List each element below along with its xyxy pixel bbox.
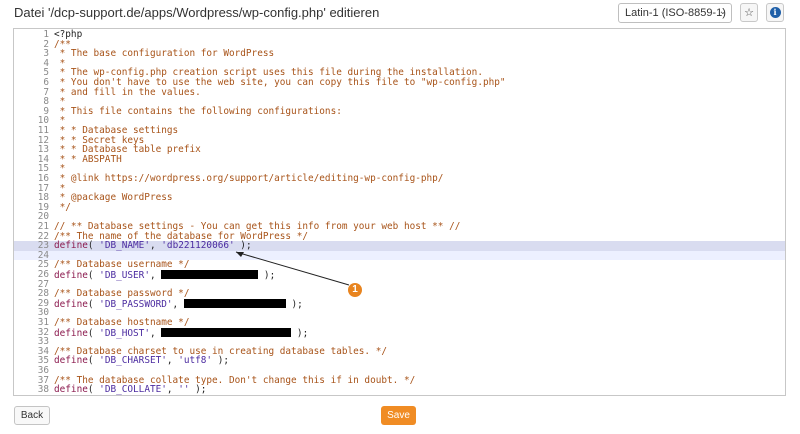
keyword: define — [54, 355, 88, 367]
code-line[interactable]: 35 define( 'DB_CHARSET', 'utf8' ); — [14, 356, 785, 366]
comment-text: * The base configuration for WordPress — [54, 48, 275, 60]
annotation-badge: 1 — [348, 283, 362, 297]
code-line[interactable]: 23 define( 'DB_NAME', 'db221120066' ); — [14, 241, 785, 251]
code-editor[interactable]: 1 <?php 2/** 3 * The base configuration for… — [13, 28, 786, 396]
code-line[interactable]: 3 * The base configuration for WordPress — [14, 49, 785, 59]
string-literal: 'DB_COLLATE' — [99, 384, 167, 396]
code-line[interactable]: 16 * @link https://wordpress.org/support… — [14, 174, 785, 184]
comment-text: /** Database password */ — [54, 288, 190, 300]
chevron-down-icon: ⌄ — [718, 6, 727, 17]
comment-text: /** Database username */ — [54, 259, 190, 271]
code-text: * The base configuration for WordPress — [54, 49, 274, 59]
code-line[interactable]: 29 define( 'DB_PASSWORD', ); — [14, 299, 785, 309]
string-literal: 'utf8' — [178, 355, 213, 367]
comment-text: */ — [54, 201, 71, 213]
code-text: /** Database hostname */ — [54, 318, 189, 328]
encoding-select-value: Latin-1 (ISO-8859-1) — [625, 7, 726, 19]
comment-text: * and fill in the values. — [54, 86, 201, 98]
save-button[interactable]: Save — [381, 406, 416, 425]
code-line[interactable]: 9 * This file contains the following con… — [14, 105, 785, 117]
code-line[interactable]: 32 define( 'DB_HOST', ); — [14, 327, 785, 337]
line-number: 38 — [37, 384, 49, 396]
code-line[interactable]: 19 */ — [14, 201, 785, 213]
string-literal: '' — [178, 384, 190, 396]
code-line[interactable]: 1 <?php — [14, 30, 785, 40]
code-text: /** Database password */ — [54, 289, 189, 299]
code-line[interactable]: 38 define( 'DB_COLLATE', '' ); — [14, 385, 785, 395]
code-text: define( 'DB_COLLATE', '' ); — [54, 384, 207, 396]
info-button[interactable]: i — [766, 3, 784, 22]
code-text: * @link https://wordpress.org/support/ar… — [54, 173, 444, 184]
code-line[interactable]: 18 * @package WordPress — [14, 193, 785, 203]
code-line[interactable]: 25/** Database username */ — [14, 260, 785, 270]
back-button[interactable]: Back — [14, 406, 50, 425]
code-text: * @package WordPress — [54, 193, 173, 203]
comment-text: * @package WordPress — [54, 192, 173, 204]
star-icon: ☆ — [744, 7, 754, 19]
code-line[interactable]: 26 define( 'DB_USER', ); — [14, 270, 785, 280]
code-text: */ — [54, 201, 71, 213]
code-text: define( 'DB_CHARSET', 'utf8' ); — [54, 355, 230, 367]
code-text: define( 'DB_NAME', 'db221120066' ); — [54, 240, 252, 252]
string-literal: 'DB_CHARSET' — [99, 355, 167, 367]
comment-text: /** Database hostname */ — [54, 317, 190, 328]
code-line[interactable]: 14 * * ABSPATH — [14, 154, 785, 165]
string-literal: 'DB_NAME' — [99, 240, 150, 252]
code-line[interactable]: 13 * * Database table prefix — [14, 145, 785, 155]
comment-text: * @link https://wordpress.org/support/ar… — [54, 173, 444, 184]
code-text: /** Database username */ — [54, 260, 189, 270]
bookmark-button[interactable]: ☆ — [740, 3, 758, 22]
page-title: Datei '/dcp-support.de/apps/Wordpress/wp… — [14, 5, 380, 20]
redacted-value — [161, 327, 292, 337]
encoding-select[interactable]: Latin-1 (ISO-8859-1) ⌄ — [618, 3, 732, 23]
redacted-value — [161, 270, 259, 279]
code-line[interactable]: 28/** Database password */ — [14, 289, 785, 299]
redacted-value — [183, 298, 286, 308]
string-literal: 'db221120066' — [161, 240, 235, 252]
code-text: * and fill in the values. — [54, 86, 201, 98]
comment-text: * This file contains the following confi… — [54, 105, 342, 117]
code-line[interactable]: 31/** Database hostname */ — [14, 318, 785, 328]
info-icon: i — [769, 7, 781, 18]
code-line[interactable]: 7 * and fill in the values. — [14, 86, 785, 98]
keyword: define — [54, 384, 88, 396]
code-text: * This file contains the following confi… — [54, 105, 342, 117]
keyword: define — [54, 240, 88, 252]
